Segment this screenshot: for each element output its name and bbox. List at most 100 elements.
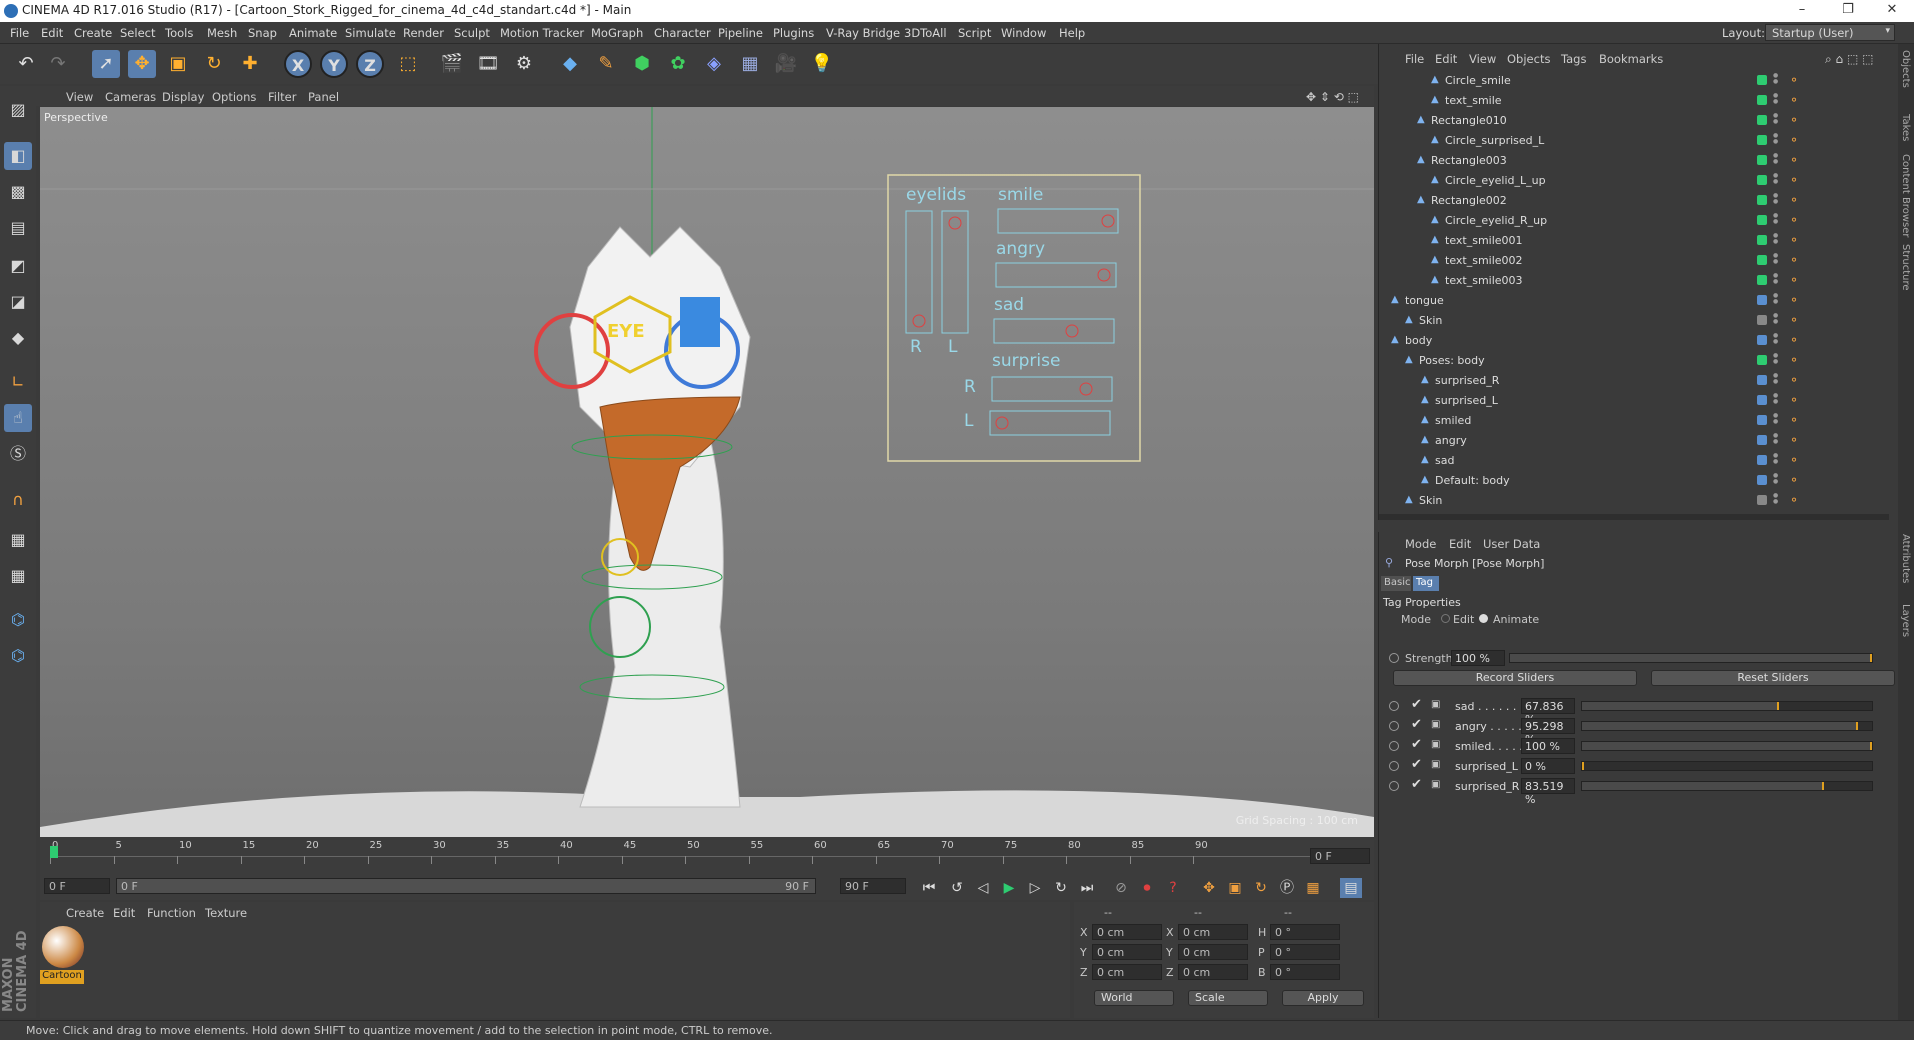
object-row[interactable]: ▲ sad ● ● ⚬ xyxy=(1379,450,1889,470)
layer-color-swatch[interactable] xyxy=(1757,315,1767,325)
planar-workplane-icon[interactable]: ▦ xyxy=(4,562,32,590)
slider-value[interactable]: 83.519 % xyxy=(1521,778,1575,806)
object-row[interactable]: ▲ Circle_smile ● ● ⚬ xyxy=(1379,70,1889,90)
attr-menu-user-data[interactable]: User Data xyxy=(1483,537,1540,551)
tag-icon[interactable]: ⚬ xyxy=(1789,273,1799,287)
slider-track[interactable] xyxy=(1581,721,1873,731)
frame-range-slider[interactable]: 0 F 90 F xyxy=(116,878,816,894)
move-tool-icon[interactable]: ✥ xyxy=(128,50,156,78)
timeline-ruler[interactable]: 051015202530354045505560657075808590 0 F xyxy=(40,840,1374,874)
menu-motion-tracker[interactable]: Motion Tracker xyxy=(500,26,584,40)
menu-mesh[interactable]: Mesh xyxy=(207,26,237,40)
menu-3dtoall[interactable]: 3DToAll xyxy=(904,26,947,40)
object-row[interactable]: ▲ Circle_eyelid_L_up ● ● ⚬ xyxy=(1379,170,1889,190)
slider-enable-checkbox[interactable]: ✔ xyxy=(1411,757,1422,772)
tag-icon[interactable]: ⚬ xyxy=(1789,333,1799,347)
slider-track[interactable] xyxy=(1581,701,1873,711)
layer-color-swatch[interactable] xyxy=(1757,295,1767,305)
menu-select[interactable]: Select xyxy=(120,26,155,40)
deformer-icon[interactable]: ◈ xyxy=(700,50,728,78)
visibility-dots-icon[interactable]: ● ● xyxy=(1773,133,1779,145)
slider-expand-icon[interactable]: ▣ xyxy=(1431,699,1440,710)
tag-icon[interactable]: ⚬ xyxy=(1789,173,1799,187)
object-row[interactable]: ▲ tongue ● ● ⚬ xyxy=(1379,290,1889,310)
strength-slider[interactable] xyxy=(1509,653,1873,663)
obj-menu-view[interactable]: View xyxy=(1469,52,1496,66)
menu-pipeline[interactable]: Pipeline xyxy=(718,26,763,40)
object-row[interactable]: ▲ text_smile001 ● ● ⚬ xyxy=(1379,230,1889,250)
edges-mode-icon[interactable]: ◪ xyxy=(4,288,32,316)
tag-icon[interactable]: ⚬ xyxy=(1789,453,1799,467)
rotate-tool-icon[interactable]: ↻ xyxy=(200,50,228,78)
next-key-icon[interactable]: ↻ xyxy=(1050,878,1072,898)
layer-color-swatch[interactable] xyxy=(1757,495,1767,505)
z-axis-lock-icon[interactable]: Z xyxy=(356,50,384,78)
workplane-icon[interactable]: ▤ xyxy=(4,214,32,242)
reset-sliders-button[interactable]: Reset Sliders xyxy=(1651,670,1895,686)
texture-mode-icon[interactable]: ▩ xyxy=(4,178,32,206)
visibility-dots-icon[interactable]: ● ● xyxy=(1773,433,1779,445)
coord-value-field[interactable]: 0 ° xyxy=(1270,944,1340,960)
visibility-dots-icon[interactable]: ● ● xyxy=(1773,353,1779,365)
slider-value[interactable]: 0 % xyxy=(1521,758,1575,774)
menu-plugins[interactable]: Plugins xyxy=(773,26,814,40)
visibility-dots-icon[interactable]: ● ● xyxy=(1773,213,1779,225)
layer-color-swatch[interactable] xyxy=(1757,75,1767,85)
slider-anim-radio[interactable] xyxy=(1389,761,1399,771)
snap-icon[interactable]: ∩ xyxy=(4,486,32,514)
viewport-perspective[interactable]: Perspective EYE eyelids smile angry sad … xyxy=(40,107,1374,837)
visibility-dots-icon[interactable]: ● ● xyxy=(1773,293,1779,305)
object-row[interactable]: ▲ text_smile ● ● ⚬ xyxy=(1379,90,1889,110)
camera-icon[interactable]: 🎥 xyxy=(772,50,800,78)
go-to-end-icon[interactable]: ⏭ xyxy=(1076,878,1098,898)
coord-scale-select[interactable]: Scale xyxy=(1188,990,1268,1006)
menu-sculpt[interactable]: Sculpt xyxy=(454,26,490,40)
right-tab-layers[interactable]: Layers xyxy=(1900,604,1911,637)
tag-icon[interactable]: ⚬ xyxy=(1789,193,1799,207)
obj-menu-bookmarks[interactable]: Bookmarks xyxy=(1599,52,1663,66)
playhead[interactable] xyxy=(50,846,58,858)
tag-icon[interactable]: ⚬ xyxy=(1789,93,1799,107)
menu-render[interactable]: Render xyxy=(403,26,444,40)
viewport-menu-display[interactable]: Display xyxy=(162,90,204,104)
viewport-menu-panel[interactable]: Panel xyxy=(308,90,339,104)
layer-color-swatch[interactable] xyxy=(1757,415,1767,425)
tag-icon[interactable]: ⚬ xyxy=(1789,393,1799,407)
slider-enable-checkbox[interactable]: ✔ xyxy=(1411,697,1422,712)
scale-tool-icon[interactable]: ▣ xyxy=(164,50,192,78)
layer-color-swatch[interactable] xyxy=(1757,235,1767,245)
obj-menu-tags[interactable]: Tags xyxy=(1561,52,1586,66)
previous-key-icon[interactable]: ↺ xyxy=(946,878,968,898)
slider-track[interactable] xyxy=(1581,781,1873,791)
layer-color-swatch[interactable] xyxy=(1757,195,1767,205)
record-active-icon[interactable]: ⏺ xyxy=(1136,878,1158,898)
slider-value[interactable]: 100 % xyxy=(1521,738,1575,754)
polygons-mode-icon[interactable]: ◆ xyxy=(4,324,32,352)
menu-mograph[interactable]: MoGraph xyxy=(591,26,643,40)
viewport-menu-cameras[interactable]: Cameras xyxy=(105,90,156,104)
visibility-dots-icon[interactable]: ● ● xyxy=(1773,193,1779,205)
layer-color-swatch[interactable] xyxy=(1757,215,1767,225)
coord-value-field[interactable]: 0 cm xyxy=(1178,964,1248,980)
key-position-icon[interactable]: ✥ xyxy=(1198,878,1220,898)
object-row[interactable]: ▲ body ● ● ⚬ xyxy=(1379,330,1889,350)
layer-color-swatch[interactable] xyxy=(1757,135,1767,145)
search-icon[interactable]: ⌕ ⌂ ⬚ ⬚ xyxy=(1825,52,1873,67)
maximize-button[interactable]: ❐ xyxy=(1826,0,1870,22)
lock-workplane-icon[interactable]: ▦ xyxy=(4,526,32,554)
visibility-dots-icon[interactable]: ● ● xyxy=(1773,73,1779,85)
python-icon[interactable]: ⌬ xyxy=(4,606,32,634)
floor-icon[interactable]: ▦ xyxy=(736,50,764,78)
layer-color-swatch[interactable] xyxy=(1757,335,1767,345)
cloner-icon[interactable]: ✿ xyxy=(664,50,692,78)
strength-anim-radio[interactable] xyxy=(1389,653,1399,663)
slider-value[interactable]: 67.836 % xyxy=(1521,698,1575,726)
end-frame-field[interactable]: 90 F xyxy=(840,878,906,894)
tag-icon[interactable]: ⚬ xyxy=(1789,433,1799,447)
close-button[interactable]: ✕ xyxy=(1870,0,1914,22)
mat-menu-edit[interactable]: Edit xyxy=(113,906,135,920)
slider-expand-icon[interactable]: ▣ xyxy=(1431,759,1440,770)
slider-anim-radio[interactable] xyxy=(1389,741,1399,751)
slider-anim-radio[interactable] xyxy=(1389,781,1399,791)
tag-icon[interactable]: ⚬ xyxy=(1789,213,1799,227)
